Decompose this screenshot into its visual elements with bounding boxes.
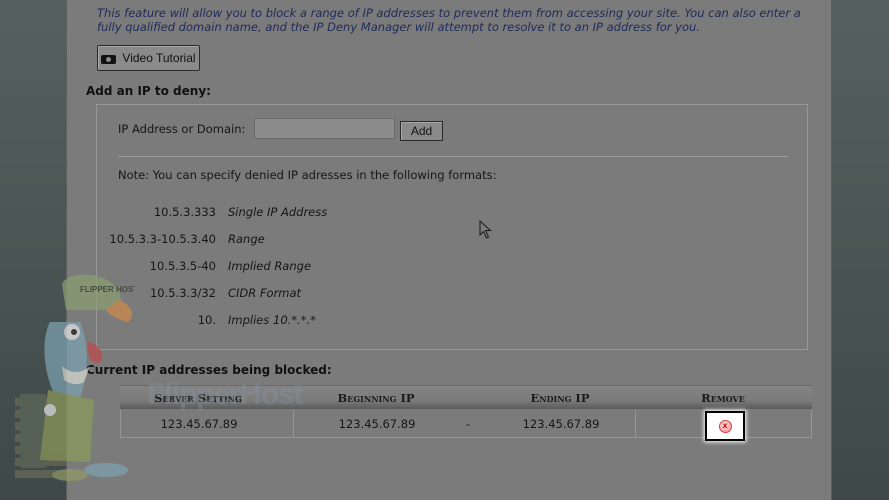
ip-field-label: IP Address or Domain:: [118, 122, 246, 136]
mascot-cap-text: FLIPPER HOST: [80, 285, 135, 294]
format-example: 10.5.3.3-10.5.3.40: [109, 232, 216, 246]
mouse-pointer-icon: [479, 220, 492, 239]
camera-icon: [101, 53, 117, 64]
video-tutorial-button[interactable]: Video Tutorial: [97, 45, 200, 71]
column-divider: [293, 410, 294, 437]
column-header-beginning-ip: Beginning IP: [337, 391, 415, 405]
column-header-remove: Remove: [701, 391, 745, 405]
right-background: [832, 0, 889, 500]
intro-text: This feature will allow you to block a r…: [97, 6, 801, 34]
remove-button[interactable]: x: [705, 411, 745, 441]
beginning-ip-cell: 123.45.67.89: [338, 417, 416, 431]
add-button[interactable]: Add: [400, 121, 443, 141]
video-tutorial-label: Video Tutorial: [122, 51, 196, 65]
mascot-icon: FLIPPER HOST: [15, 274, 135, 481]
column-header-ending-ip: Ending IP: [530, 391, 590, 405]
add-ip-heading: Add an IP to deny:: [86, 84, 211, 98]
format-example: 10.5.3.333: [153, 205, 216, 219]
range-separator: -: [465, 417, 471, 431]
divider: [118, 156, 788, 157]
ip-address-input[interactable]: [254, 118, 395, 139]
format-note: Note: You can specify denied IP adresses…: [118, 168, 497, 182]
format-description: Single IP Address: [228, 205, 328, 219]
format-example: 10.: [197, 313, 216, 327]
format-description: Range: [228, 232, 265, 246]
server-setting-cell: 123.45.67.89: [160, 417, 238, 431]
format-example: 10.5.3.3/32: [149, 286, 216, 300]
format-description: CIDR Format: [228, 286, 302, 300]
ending-ip-cell: 123.45.67.89: [522, 417, 600, 431]
remove-x-icon: x: [718, 419, 732, 433]
format-description: Implied Range: [228, 259, 312, 273]
format-description: Implies 10.*.*.*: [228, 313, 316, 327]
column-divider: [635, 410, 636, 437]
watermark-logo: FlipperHost: [147, 378, 304, 411]
format-example: 10.5.3.5-40: [149, 259, 216, 273]
